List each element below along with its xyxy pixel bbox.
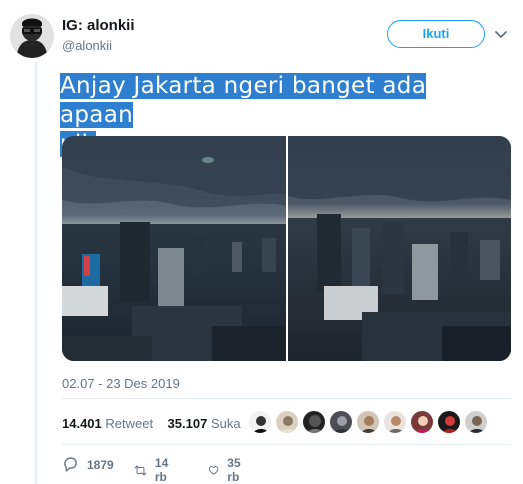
liker-avatar[interactable]	[383, 410, 407, 434]
engagement-stats: 14.401 Retweet 35.107 Suka	[62, 416, 241, 431]
display-name[interactable]: IG: alonkii	[62, 17, 135, 34]
retweets-count[interactable]: 14.401	[62, 416, 102, 431]
divider	[62, 398, 511, 399]
avatar[interactable]	[10, 14, 54, 58]
liker-avatar[interactable]	[275, 410, 299, 434]
liker-avatar[interactable]	[329, 410, 353, 434]
tweet-text-line-1: Anjay Jakarta ngeri banget ada apaan	[60, 73, 427, 128]
heart-icon	[208, 465, 219, 475]
photo-2[interactable]	[288, 136, 511, 361]
photo-1[interactable]	[62, 136, 286, 361]
liker-avatar[interactable]	[437, 410, 461, 434]
follow-button[interactable]: Ikuti	[387, 20, 485, 48]
like-button[interactable]: 35 rb	[208, 456, 246, 484]
retweets-label[interactable]: Retweet	[105, 416, 153, 431]
media-grid	[62, 136, 511, 361]
liker-avatar[interactable]	[410, 410, 434, 434]
reply-button[interactable]: 1879	[62, 456, 114, 473]
avatar-image	[10, 14, 54, 58]
liker-avatar[interactable]	[464, 410, 488, 434]
retweet-button[interactable]: 14 rb	[134, 456, 174, 484]
liker-avatar[interactable]	[302, 410, 326, 434]
reply-icon	[64, 457, 77, 472]
likes-label[interactable]: Suka	[211, 416, 241, 431]
liker-avatar[interactable]	[248, 410, 272, 434]
thread-line	[35, 62, 37, 484]
likes-count[interactable]: 35.107	[168, 416, 208, 431]
retweet-count: 14 rb	[154, 456, 169, 484]
liker-avatar[interactable]	[356, 410, 380, 434]
timestamp[interactable]: 02.07 - 23 Des 2019	[62, 376, 180, 391]
handle[interactable]: @alonkii	[62, 38, 112, 53]
retweet-icon	[134, 465, 147, 475]
reply-count: 1879	[87, 457, 114, 472]
divider	[62, 444, 511, 445]
like-count: 35 rb	[227, 456, 241, 484]
chevron-down-icon[interactable]	[493, 26, 509, 42]
